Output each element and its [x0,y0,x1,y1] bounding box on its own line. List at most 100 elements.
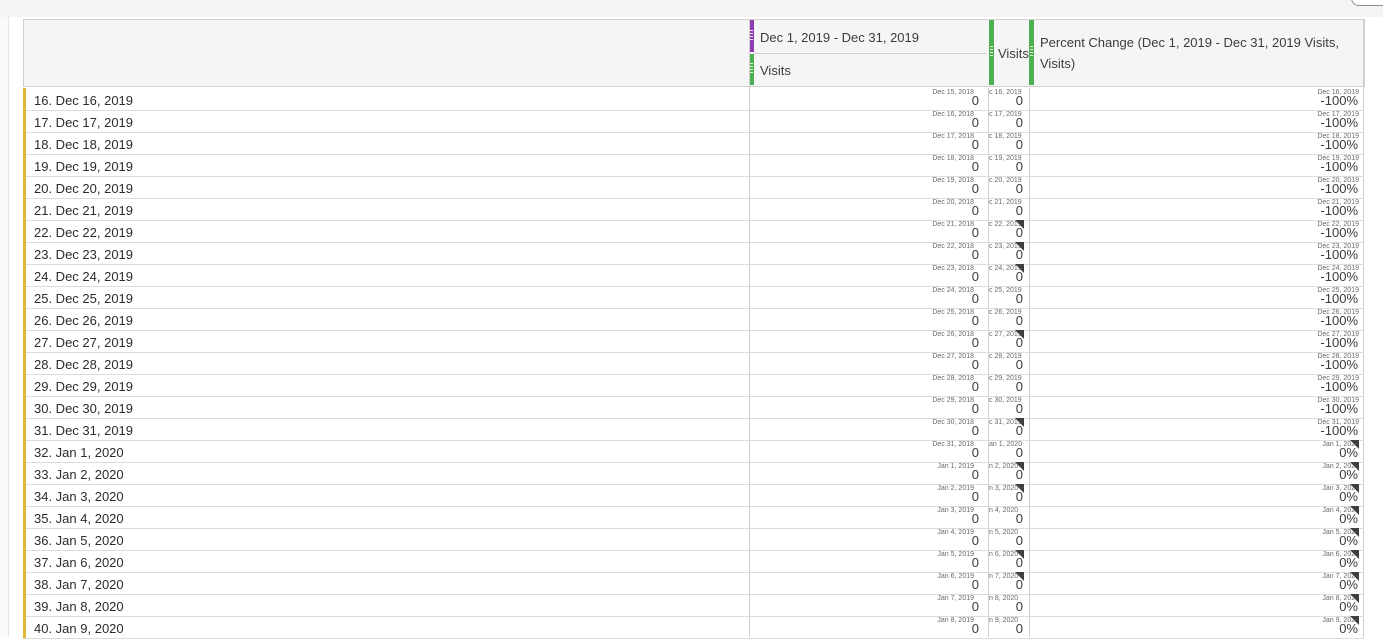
visits-cell-current[interactable]: c 24, 2019 0 [989,264,1029,286]
visits-cell-current[interactable]: c 20, 2019 0 [989,176,1029,198]
table-row[interactable]: 30. Dec 30, 2019 Dec 29, 2018 0 c 30, 2019 0… [23,396,1364,419]
visits-cell-current[interactable]: n 7, 2020 0 [989,572,1029,594]
row-label[interactable]: 19. Dec 19, 2019 [34,159,133,174]
visits-cell-current[interactable]: c 30, 2019 0 [989,396,1029,418]
table-row[interactable]: 39. Jan 8, 2020 Jan 7, 2019 0 n 8, 2020 0 Jan… [23,594,1364,617]
row-label[interactable]: 30. Dec 30, 2019 [34,401,133,416]
percent-change-cell[interactable]: Dec 22, 2019 -100% [1030,220,1363,242]
metric-drag-handle-visits-2[interactable] [989,20,994,85]
anomaly-marker-icon[interactable] [1015,462,1024,471]
visits-cell-current[interactable]: n 8, 2020 0 [989,594,1029,616]
toolbar-pill-button[interactable] [1351,0,1383,6]
visits-cell-current[interactable]: n 4, 2020 0 [989,506,1029,528]
anomaly-marker-icon[interactable] [1350,440,1359,449]
visits-cell-current[interactable]: c 26, 2019 0 [989,308,1029,330]
percent-change-cell[interactable]: Jan 8, 2020 0% [1030,594,1363,616]
table-row[interactable]: 29. Dec 29, 2019 Dec 28, 2018 0 c 29, 2019 0… [23,374,1364,397]
visits-cell-prev[interactable]: Dec 28, 2018 0 [749,374,988,396]
anomaly-marker-icon[interactable] [1350,594,1359,603]
anomaly-marker-icon[interactable] [1350,506,1359,515]
percent-change-cell[interactable]: Jan 9, 2020 0% [1030,616,1363,638]
visits-cell-prev[interactable]: Dec 31, 2018 0 [749,440,988,462]
table-row[interactable]: 35. Jan 4, 2020 Jan 3, 2019 0 n 4, 2020 0 Jan… [23,506,1364,529]
row-label[interactable]: 27. Dec 27, 2019 [34,335,133,350]
visits-cell-prev[interactable]: Jan 4, 2019 0 [749,528,988,550]
percent-change-cell[interactable]: Jan 4, 2020 0% [1030,506,1363,528]
visits-cell-current[interactable]: c 18, 2019 0 [989,132,1029,154]
visits-cell-current[interactable]: c 21, 2019 0 [989,198,1029,220]
visits-cell-prev[interactable]: Jan 8, 2019 0 [749,616,988,638]
table-row[interactable]: 23. Dec 23, 2019 Dec 22, 2018 0 c 23, 2019 0… [23,242,1364,265]
row-label[interactable]: 38. Jan 7, 2020 [34,577,124,592]
table-row[interactable]: 40. Jan 9, 2020 Jan 8, 2019 0 n 9, 2020 0 Jan… [23,616,1364,639]
percent-change-cell[interactable]: Jan 5, 2020 0% [1030,528,1363,550]
visits-cell-current[interactable]: c 16, 2019 0 [989,88,1029,110]
row-label[interactable]: 33. Jan 2, 2020 [34,467,124,482]
row-label[interactable]: 29. Dec 29, 2019 [34,379,133,394]
row-label[interactable]: 28. Dec 28, 2019 [34,357,133,372]
row-label[interactable]: 32. Jan 1, 2020 [34,445,124,460]
metric-header-visits[interactable]: Visits [760,63,791,78]
table-row[interactable]: 32. Jan 1, 2020 Dec 31, 2018 0 an 1, 2020 0 J… [23,440,1364,463]
visits-cell-current[interactable]: n 2, 2020 0 [989,462,1029,484]
row-label[interactable]: 17. Dec 17, 2019 [34,115,133,130]
table-row[interactable]: 17. Dec 17, 2019 Dec 16, 2018 0 c 17, 2019 0… [23,110,1364,133]
table-row[interactable]: 34. Jan 3, 2020 Jan 2, 2019 0 n 3, 2020 0 Jan… [23,484,1364,507]
visits-cell-prev[interactable]: Dec 20, 2018 0 [749,198,988,220]
table-row[interactable]: 26. Dec 26, 2019 Dec 25, 2018 0 c 26, 2019 0… [23,308,1364,331]
table-row[interactable]: 20. Dec 20, 2019 Dec 19, 2018 0 c 20, 2019 0… [23,176,1364,199]
percent-change-cell[interactable]: Dec 19, 2019 -100% [1030,154,1363,176]
visits-cell-prev[interactable]: Dec 16, 2018 0 [749,110,988,132]
percent-change-cell[interactable]: Dec 23, 2019 -100% [1030,242,1363,264]
table-row[interactable]: 19. Dec 19, 2019 Dec 18, 2018 0 c 19, 2019 0… [23,154,1364,177]
table-row[interactable]: 28. Dec 28, 2019 Dec 27, 2018 0 c 28, 2019 0… [23,352,1364,375]
table-row[interactable]: 37. Jan 6, 2020 Jan 5, 2019 0 n 6, 2020 0 Jan… [23,550,1364,573]
row-label[interactable]: 39. Jan 8, 2020 [34,599,124,614]
row-label[interactable]: 31. Dec 31, 2019 [34,423,133,438]
visits-cell-prev[interactable]: Dec 23, 2018 0 [749,264,988,286]
row-label[interactable]: 18. Dec 18, 2019 [34,137,133,152]
anomaly-marker-icon[interactable] [1350,484,1359,493]
anomaly-marker-icon[interactable] [1350,528,1359,537]
visits-cell-current[interactable]: n 6, 2020 0 [989,550,1029,572]
row-label[interactable]: 20. Dec 20, 2019 [34,181,133,196]
visits-cell-prev[interactable]: Dec 30, 2018 0 [749,418,988,440]
visits-cell-current[interactable]: c 27, 2019 0 [989,330,1029,352]
date-range-header[interactable]: Dec 1, 2019 - Dec 31, 2019 [760,30,919,45]
anomaly-marker-icon[interactable] [1350,550,1359,559]
percent-change-header-line1[interactable]: Percent Change (Dec 1, 2019 - Dec 31, 20… [1040,35,1339,50]
visits-cell-prev[interactable]: Jan 3, 2019 0 [749,506,988,528]
visits-cell-current[interactable]: c 29, 2019 0 [989,374,1029,396]
visits-cell-current[interactable]: n 9, 2020 0 [989,616,1029,638]
visits-cell-prev[interactable]: Dec 27, 2018 0 [749,352,988,374]
table-row[interactable]: 25. Dec 25, 2019 Dec 24, 2018 0 c 25, 2019 0… [23,286,1364,309]
percent-change-cell[interactable]: Dec 30, 2019 -100% [1030,396,1363,418]
anomaly-marker-icon[interactable] [1350,616,1359,625]
row-label[interactable]: 35. Jan 4, 2020 [34,511,124,526]
anomaly-marker-icon[interactable] [1015,572,1024,581]
visits-cell-current[interactable]: c 23, 2019 0 [989,242,1029,264]
percent-change-cell[interactable]: Dec 27, 2019 -100% [1030,330,1363,352]
percent-change-cell[interactable]: Dec 18, 2019 -100% [1030,132,1363,154]
visits-cell-current[interactable]: c 22, 2019 0 [989,220,1029,242]
visits-cell-prev[interactable]: Jan 1, 2019 0 [749,462,988,484]
visits-cell-prev[interactable]: Dec 15, 2018 0 [749,88,988,110]
table-row[interactable]: 31. Dec 31, 2019 Dec 30, 2018 0 c 31, 2019 0… [23,418,1364,441]
visits-cell-current[interactable]: n 5, 2020 0 [989,528,1029,550]
anomaly-marker-icon[interactable] [1350,572,1359,581]
visits-cell-prev[interactable]: Dec 24, 2018 0 [749,286,988,308]
visits-cell-prev[interactable]: Dec 26, 2018 0 [749,330,988,352]
row-label[interactable]: 24. Dec 24, 2019 [34,269,133,284]
percent-change-cell[interactable]: Dec 21, 2019 -100% [1030,198,1363,220]
visits-cell-prev[interactable]: Dec 22, 2018 0 [749,242,988,264]
anomaly-marker-icon[interactable] [1015,242,1024,251]
percent-change-cell[interactable]: Jan 6, 2020 0% [1030,550,1363,572]
percent-change-cell[interactable]: Dec 29, 2019 -100% [1030,374,1363,396]
percent-change-cell[interactable]: Jan 7, 2020 0% [1030,572,1363,594]
row-label[interactable]: 36. Jan 5, 2020 [34,533,124,548]
visits-cell-current[interactable]: c 28, 2019 0 [989,352,1029,374]
visits-cell-prev[interactable]: Jan 6, 2019 0 [749,572,988,594]
row-label[interactable]: 23. Dec 23, 2019 [34,247,133,262]
table-row[interactable]: 33. Jan 2, 2020 Jan 1, 2019 0 n 2, 2020 0 Jan… [23,462,1364,485]
row-label[interactable]: 16. Dec 16, 2019 [34,93,133,108]
